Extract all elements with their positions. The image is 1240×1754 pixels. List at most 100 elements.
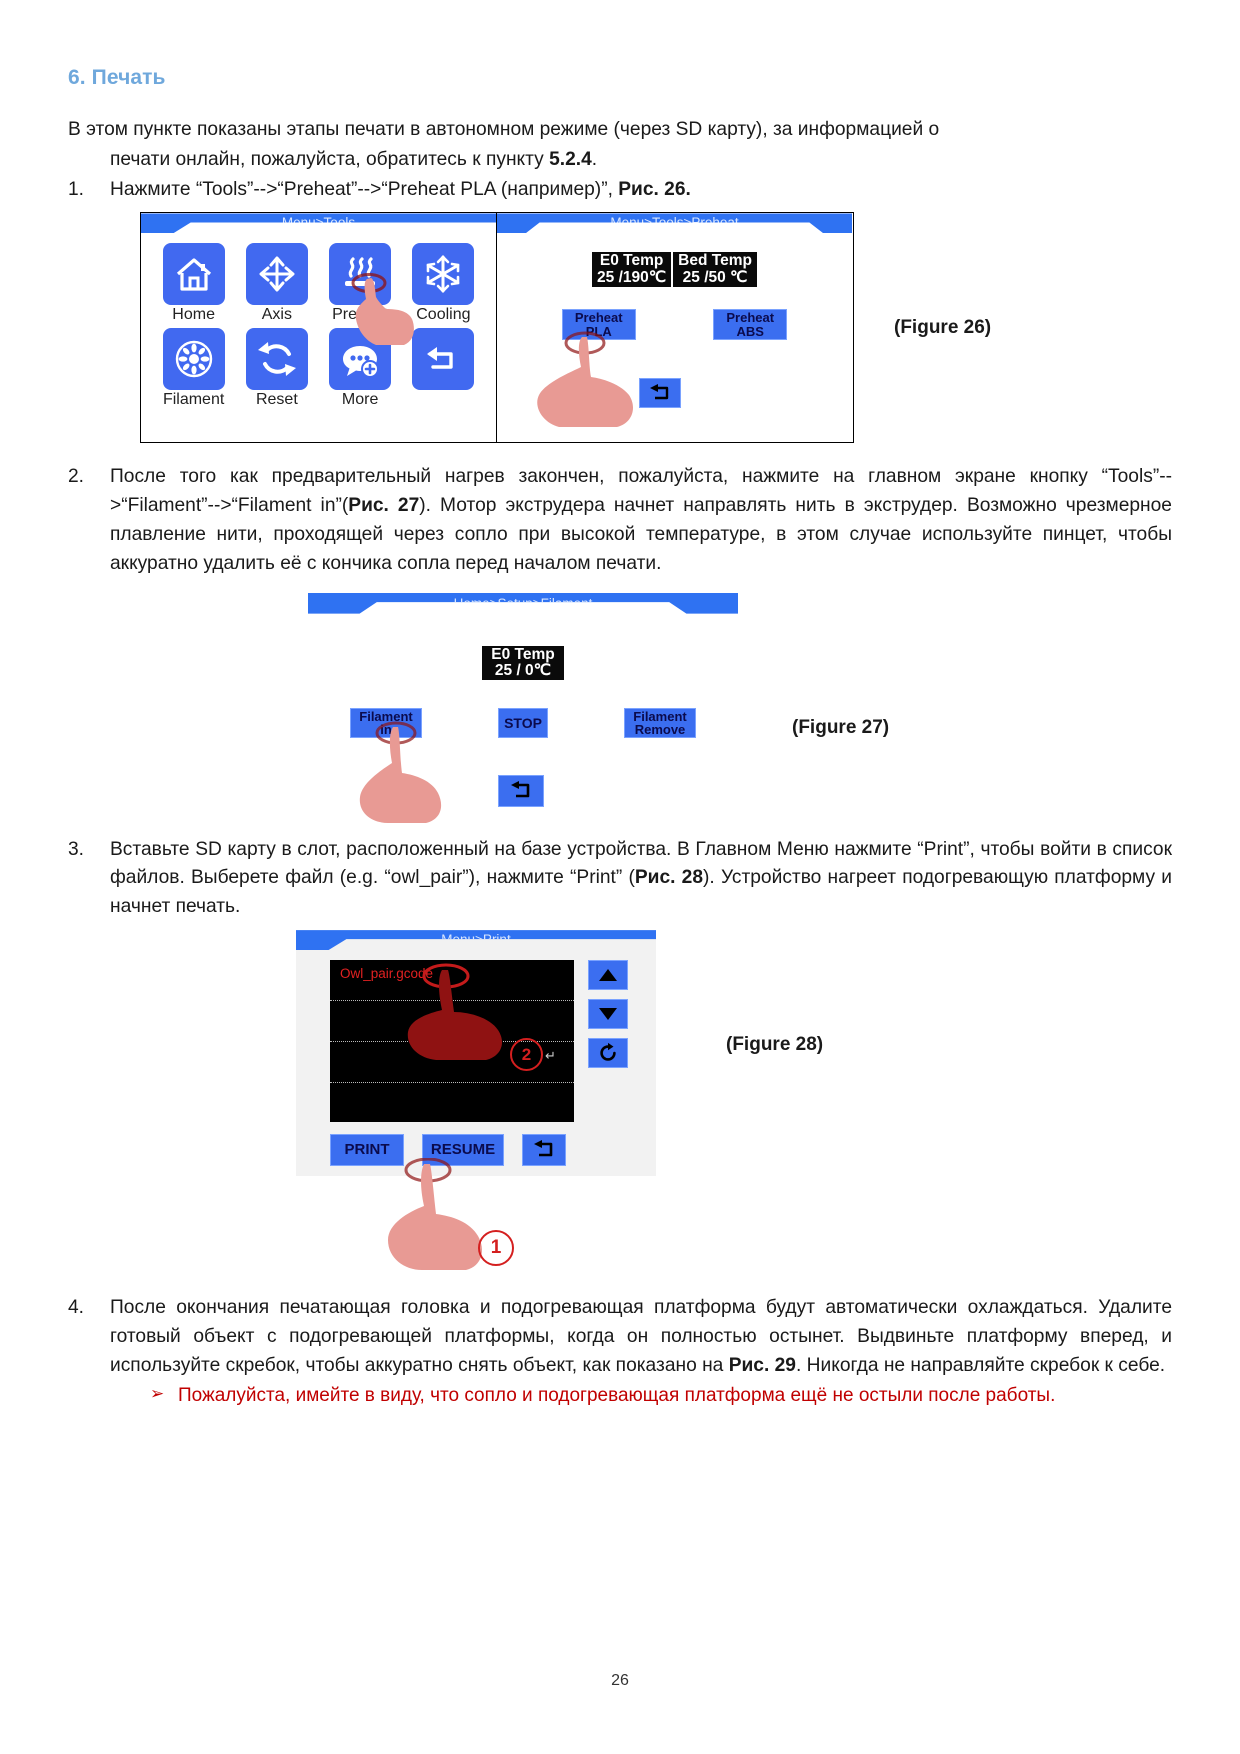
temp-head: E0 Temp [599, 252, 664, 270]
touch-hand-indicator [537, 331, 633, 428]
resume-button[interactable]: RESUME [422, 1134, 504, 1167]
file-list[interactable]: Owl_pair.gcode 2 ↵ [330, 960, 574, 1123]
ref-5-2-4: 5.2.4 [549, 148, 592, 170]
list-text-2: После того как предварительный нагрев за… [110, 463, 1172, 578]
tool-label: Preheat [332, 306, 389, 324]
tool-return[interactable] [405, 328, 482, 409]
axis-arrows-icon [245, 243, 308, 306]
titlebar-tools: Menu>Tools [141, 213, 496, 234]
list-text-1: Нажмите “Tools”-->“Preheat”-->“Preheat P… [110, 176, 1172, 205]
step4-figref: Рис. 29 [728, 1354, 796, 1376]
list-number-4: 4. [68, 1297, 85, 1319]
preheat-abs-button[interactable]: Preheat ABS [713, 309, 788, 341]
tool-cooling[interactable]: Cooling [405, 243, 482, 324]
stop-button[interactable]: STOP [498, 708, 548, 739]
button-label-line2: Remove [634, 722, 686, 738]
scroll-up-button[interactable] [588, 960, 628, 991]
lcd-preheat-menu: Menu>Tools>Preheat E0 Temp 25 /190℃ Bed … [497, 213, 852, 443]
filament-spool-icon [162, 328, 225, 391]
intro-paragraph-cont: печати онлайн, пожалуйста, обратитесь к … [68, 146, 1172, 174]
list-item: 4. После окончания печатающая головка и … [68, 1294, 1172, 1380]
return-arrow-icon [534, 1140, 553, 1157]
return-button[interactable] [498, 774, 544, 807]
titlebar-print: Menu>Print [296, 930, 656, 951]
list-number-2: 2. [68, 466, 85, 488]
return-arrow-icon [412, 328, 475, 391]
temperature-readout: E0 Temp 25 /190℃ Bed Temp 25 /50 ℃ [592, 252, 757, 288]
file-name[interactable]: Owl_pair.gcode [340, 966, 433, 981]
refresh-button[interactable] [588, 1038, 628, 1069]
button-label-line1: Preheat [574, 310, 623, 326]
tool-label: Reset [255, 391, 298, 409]
tool-label [405, 391, 482, 409]
tool-filament[interactable]: Filament [155, 328, 232, 409]
list-text-4: После окончания печатающая головка и под… [110, 1294, 1172, 1380]
return-arrow-icon [650, 384, 669, 400]
scroll-down-button[interactable] [588, 999, 628, 1030]
preheat-pla-button[interactable]: Preheat PLA [561, 309, 636, 341]
step4-post: . Никогда не направляйте скребок к себе. [795, 1354, 1166, 1376]
print-button[interactable]: PRINT [330, 1134, 404, 1167]
figure-28-caption: (Figure 28) [726, 1034, 824, 1056]
intro-line-1: В этом пункте показаны этапы печати в ав… [68, 119, 940, 140]
list-text-3: Вставьте SD карту в слот, расположенный … [110, 836, 1172, 922]
tool-label: More [341, 391, 379, 409]
page-title: 6. Печать [68, 66, 166, 89]
titlebar-filament: Home>Setup>Filament [308, 592, 738, 614]
button-label-line1: Filament [359, 708, 413, 724]
step1-pre: Нажмите “Tools”-->“Preheat”-->“Preheat P… [110, 178, 619, 200]
marker-label: 1 [490, 1237, 502, 1259]
arrow-bullet-icon: ➢ [150, 1384, 165, 1404]
tool-label: Filament [162, 391, 225, 409]
button-label-line1: STOP [504, 715, 542, 732]
tool-home[interactable]: Home [155, 243, 232, 324]
figure-26-caption: (Figure 26) [894, 316, 992, 338]
tool-preheat[interactable]: Preheat [322, 243, 414, 346]
return-button[interactable] [522, 1134, 566, 1167]
snowflake-icon [412, 243, 475, 306]
tool-label: Home [172, 306, 215, 324]
figure-26-screens: Menu>Tools Home Axis Preheat Cooling Fil… [140, 212, 854, 444]
tool-label: Axis [261, 306, 292, 324]
step2-figref: Рис. 27 [348, 495, 420, 517]
titlebar-preheat: Menu>Tools>Preheat [497, 213, 852, 234]
refresh-icon [600, 1042, 616, 1061]
intro-line-2-post: . [591, 148, 598, 170]
intro-paragraph: В этом пункте показаны этапы печати в ав… [68, 116, 1172, 144]
temp-value: 25 /50 ℃ [682, 268, 748, 286]
button-label-line1: Filament [633, 708, 687, 724]
document-page: 6. Печать В этом пункте показаны этапы п… [0, 0, 1240, 1754]
list-item: 1. Нажмите “Tools”-->“Preheat”-->“Prehea… [68, 176, 1172, 205]
step1-figref: Рис. 26. [618, 178, 691, 200]
button-label: PRINT [344, 1141, 390, 1159]
warning-note: ➢ Пожалуйста, имейте в виду, что сопло и… [68, 1382, 1172, 1410]
button-label-line2: ABS [736, 323, 764, 339]
filament-in-button[interactable]: Filament in [350, 708, 422, 739]
list-number-3: 3. [68, 838, 85, 860]
step3-figref: Рис. 28 [634, 867, 704, 889]
tools-grid: Home Axis Preheat Cooling Filament Reset… [141, 233, 496, 419]
list-divider [330, 1000, 574, 1002]
preheat-icon [329, 243, 392, 306]
return-button[interactable] [639, 378, 681, 409]
filament-remove-button[interactable]: Filament Remove [624, 708, 696, 739]
step-marker-2: 2 [510, 1038, 543, 1072]
button-label-line1: Preheat [726, 310, 775, 326]
page-number: 26 [611, 1672, 629, 1689]
figure-27: Home>Setup>Filament E0 Temp 25 / 0℃ Fila… [308, 592, 1172, 823]
temp-value: 25 /190℃ [597, 268, 667, 286]
tool-more[interactable]: More [322, 328, 399, 409]
tool-reset[interactable]: Reset [238, 328, 315, 409]
page-content: 6. Печать В этом пункте показаны этапы п… [68, 0, 1172, 1410]
warning-text: Пожалуйста, имейте в виду, что сопло и п… [178, 1385, 1056, 1407]
list-number-1: 1. [68, 178, 85, 200]
figure-27-caption: (Figure 27) [792, 716, 890, 738]
list-item: 2. После того как предварительный нагрев… [68, 463, 1172, 578]
temp-column-e0: E0 Temp 25 / 0℃ [482, 646, 563, 681]
lcd-tools-menu: Menu>Tools Home Axis Preheat Cooling Fil… [141, 213, 497, 443]
return-arrow-icon [511, 780, 530, 797]
lcd-print-menu: Menu>Print Owl_pair.gcode 2 ↵ PRINT RESU… [296, 930, 656, 1177]
temperature-readout: E0 Temp 25 / 0℃ [482, 645, 564, 681]
button-label-line2: PLA [585, 323, 612, 339]
tool-axis[interactable]: Axis [238, 243, 315, 324]
